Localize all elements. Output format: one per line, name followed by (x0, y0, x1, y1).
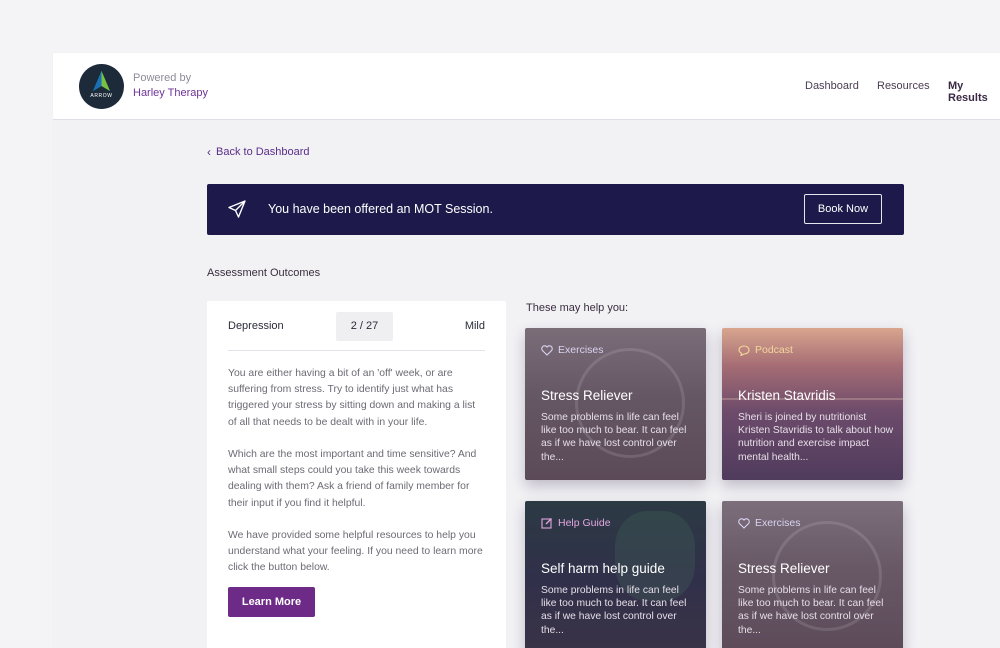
outcome-level: Mild (464, 320, 485, 332)
outcome-paragraph: Which are the most important and time se… (228, 449, 477, 509)
resource-card[interactable]: Podcast Kristen Stavridis Sheri is joine… (722, 328, 903, 480)
outcome-paragraph: You are either having a bit of an 'off' … (228, 368, 476, 428)
outcome-label: Depression (228, 320, 284, 332)
outcome-divider (228, 350, 485, 351)
learn-more-button[interactable]: Learn More (228, 587, 315, 617)
assessment-outcomes-heading: Assessment Outcomes (207, 267, 321, 279)
resource-card[interactable]: Exercises Stress Reliever Some problems … (722, 501, 903, 648)
resource-tag-label: Podcast (755, 344, 793, 356)
resource-description: Some problems in life can feel like too … (541, 412, 687, 463)
resource-tag-label: Exercises (755, 517, 801, 529)
chevron-left-icon: ‹ (207, 145, 211, 159)
resource-tag: Help Guide (541, 517, 611, 529)
arrow-logo[interactable]: ARROW (79, 64, 124, 109)
heart-icon (738, 517, 750, 529)
resource-card[interactable]: Exercises Stress Reliever Some problems … (525, 328, 706, 480)
resource-title: Stress Reliever (541, 388, 633, 403)
paper-plane-icon (228, 200, 246, 218)
top-header: ARROW Powered by Harley Therapy Dashboar… (53, 53, 1000, 120)
resource-title: Self harm help guide (541, 561, 665, 576)
heart-icon (541, 344, 553, 356)
outcome-score: 2 / 27 (336, 312, 393, 341)
resource-description: Sheri is joined by nutritionist Kristen … (738, 412, 894, 463)
arrow-logo-icon (93, 71, 110, 91)
resource-description: Some problems in life can feel like too … (738, 585, 884, 636)
app-window: ARROW Powered by Harley Therapy Dashboar… (53, 53, 1000, 648)
resource-description: Some problems in life can feel like too … (541, 585, 687, 636)
book-now-button[interactable]: Book Now (804, 194, 882, 224)
nav-my-results[interactable]: My Results (948, 80, 1000, 104)
resource-tag-label: Help Guide (558, 517, 611, 529)
edit-icon (541, 518, 552, 529)
banner-message: You have been offered an MOT Session. (268, 202, 493, 216)
outcome-card: Depression 2 / 27 Mild You are either ha… (207, 301, 506, 648)
outcome-paragraph: We have provided some helpful resources … (228, 530, 483, 574)
resource-tag-label: Exercises (558, 344, 604, 356)
resource-tag: Podcast (738, 344, 793, 356)
nav-dashboard[interactable]: Dashboard (805, 80, 859, 92)
back-link-label: Back to Dashboard (216, 146, 310, 158)
resource-card[interactable]: Help Guide Self harm help guide Some pro… (525, 501, 706, 648)
back-to-dashboard-link[interactable]: ‹ Back to Dashboard (207, 146, 310, 158)
logo-wordmark: ARROW (90, 93, 113, 99)
powered-by-label: Powered by (133, 72, 192, 84)
resource-tag: Exercises (738, 517, 801, 529)
nav-resources[interactable]: Resources (877, 80, 930, 92)
mot-session-banner: You have been offered an MOT Session. Bo… (207, 184, 904, 235)
brand-name[interactable]: Harley Therapy (133, 87, 208, 99)
resource-tag: Exercises (541, 344, 604, 356)
resource-title: Stress Reliever (738, 561, 830, 576)
speech-bubble-icon (738, 344, 750, 356)
help-heading: These may help you: (526, 302, 629, 314)
resource-title: Kristen Stavridis (738, 388, 836, 403)
